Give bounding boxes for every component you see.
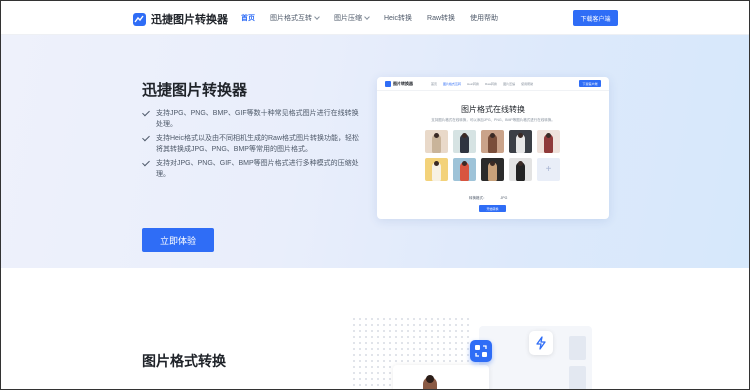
nav-home[interactable]: 首页 bbox=[241, 13, 255, 23]
top-navbar: 迅捷图片转换器 首页 图片格式互转 图片压缩 Heic转换 Raw转换 使用帮助… bbox=[1, 1, 749, 35]
preview-nav-item: Heic转换 bbox=[467, 82, 480, 86]
nav-raw[interactable]: Raw转换 bbox=[427, 13, 455, 23]
check-icon bbox=[142, 158, 152, 169]
feature-item: 支持对JPG、PNG、GIF、BMP等图片格式进行多种模式的压缩处理。 bbox=[142, 158, 362, 180]
site-logo[interactable]: 迅捷图片转换器 bbox=[133, 11, 228, 27]
feature-text: 支持对JPG、PNG、GIF、BMP等图片格式进行多种模式的压缩处理。 bbox=[156, 160, 359, 178]
preview-nav-item: Raw转换 bbox=[485, 82, 498, 86]
photo-thumbnail bbox=[481, 158, 504, 181]
photo-thumbnail bbox=[453, 130, 476, 153]
nav-heic-label: Heic转换 bbox=[384, 15, 413, 22]
feature-item: 支持Heic格式以及由不同相机生成的Raw格式图片转换功能，轻松将其转换成JPG… bbox=[142, 133, 362, 155]
add-image-icon: + bbox=[537, 158, 560, 181]
preview-thumbnail-grid: + bbox=[425, 130, 565, 186]
preview-nav-item: 图片压缩 bbox=[503, 82, 516, 86]
logo-icon bbox=[385, 81, 391, 87]
nav-format-convert[interactable]: 图片格式互转 bbox=[270, 13, 320, 23]
photo-thumbnail bbox=[509, 130, 532, 153]
logo-text: 迅捷图片转换器 bbox=[151, 14, 228, 26]
photo-thumbnail bbox=[453, 158, 476, 181]
nav-home-label: 首页 bbox=[241, 15, 255, 22]
product-preview: 图片转换器 首页 图片格式互转 Heic转换 Raw转换 图片压缩 使用帮助 下… bbox=[377, 77, 609, 219]
nav-compress[interactable]: 图片压缩 bbox=[334, 13, 370, 23]
photo-thumbnail bbox=[425, 158, 448, 181]
logo-icon bbox=[133, 12, 146, 26]
preview-nav-item: 图片格式互转 bbox=[443, 82, 462, 86]
nav-raw-label: Raw转换 bbox=[427, 15, 456, 22]
download-client-button[interactable]: 下载客户端 bbox=[573, 10, 618, 26]
photo-thumbnail bbox=[537, 130, 560, 153]
nav-compress-label: 图片压缩 bbox=[334, 15, 362, 22]
feature-list: 支持JPG、PNG、BMP、GIF等数十种常见格式图片进行在线转换处理。 支持H… bbox=[142, 108, 362, 183]
illustration-photo-card bbox=[393, 365, 489, 389]
photo-thumbnail bbox=[481, 130, 504, 153]
nav-heic[interactable]: Heic转换 bbox=[384, 13, 412, 23]
preview-nav-item: 使用帮助 bbox=[521, 82, 534, 86]
nav-help-label: 使用帮助 bbox=[470, 15, 499, 22]
section-title: 图片格式转换 bbox=[142, 353, 226, 369]
hero-section: 迅捷图片转换器 支持JPG、PNG、BMP、GIF等数十种常见格式图片进行在线转… bbox=[1, 35, 749, 268]
preview-logo-text: 图片转换器 bbox=[393, 81, 413, 86]
preview-convert-button: 开始转换 bbox=[479, 205, 506, 212]
preview-logo: 图片转换器 bbox=[385, 81, 413, 87]
nav-help[interactable]: 使用帮助 bbox=[470, 13, 498, 23]
feature-text: 支持Heic格式以及由不同相机生成的Raw格式图片转换功能，轻松将其转换成JPG… bbox=[156, 135, 360, 153]
preview-nav: 首页 图片格式互转 Heic转换 Raw转换 图片压缩 使用帮助 bbox=[431, 82, 539, 86]
preview-header: 图片转换器 首页 图片格式互转 Heic转换 Raw转换 图片压缩 使用帮助 下… bbox=[377, 77, 609, 91]
convert-app-icon bbox=[470, 340, 492, 362]
check-icon bbox=[142, 133, 152, 144]
nav-format-convert-label: 图片格式互转 bbox=[270, 15, 312, 22]
photo-thumbnail bbox=[425, 130, 448, 153]
lightning-icon bbox=[529, 331, 553, 355]
feature-text: 支持JPG、PNG、BMP、GIF等数十种常见格式图片进行在线转换处理。 bbox=[156, 110, 359, 128]
feature-item: 支持JPG、PNG、BMP、GIF等数十种常见格式图片进行在线转换处理。 bbox=[142, 108, 362, 130]
preview-nav-item: 首页 bbox=[431, 82, 438, 86]
preview-format-label: 转换格式： bbox=[469, 196, 487, 200]
hero-title: 迅捷图片转换器 bbox=[142, 82, 248, 99]
preview-title: 图片格式在线转换 bbox=[461, 105, 525, 114]
preview-format-row: 转换格式： JPG bbox=[469, 196, 521, 201]
chevron-down-icon bbox=[364, 13, 370, 20]
check-icon bbox=[142, 108, 152, 119]
preview-subtitle: 支持图片格式在线转换，可以添加JPG、PNG、BMP等图片格式进行在线转换。 bbox=[431, 118, 555, 122]
preview-format-value: JPG bbox=[500, 196, 508, 200]
photo-thumbnail bbox=[509, 158, 532, 181]
main-nav: 首页 图片格式互转 图片压缩 Heic转换 Raw转换 使用帮助 bbox=[241, 13, 513, 23]
preview-download-button: 下载客户端 bbox=[579, 80, 601, 87]
browser-viewport: 迅捷图片转换器 首页 图片格式互转 图片压缩 Heic转换 Raw转换 使用帮助… bbox=[0, 0, 750, 390]
chevron-down-icon bbox=[314, 13, 320, 20]
try-now-button[interactable]: 立即体验 bbox=[142, 228, 214, 252]
